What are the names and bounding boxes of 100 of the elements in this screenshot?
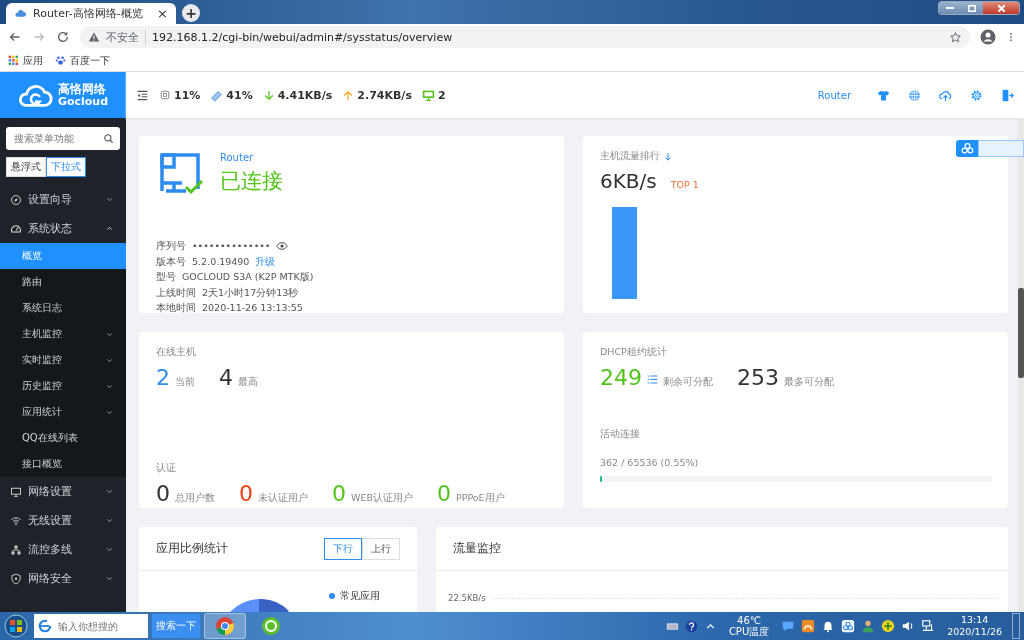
stat-number: 0: [332, 481, 346, 506]
menu-item[interactable]: 历史监控: [0, 373, 126, 399]
chat-icon[interactable]: [781, 619, 796, 633]
mode-toggle[interactable]: 下拉式: [46, 157, 86, 177]
search-icon[interactable]: [103, 133, 114, 144]
bookmark-item[interactable]: 应用: [8, 53, 43, 68]
stat-number: 0: [436, 481, 451, 506]
chevron-down-icon: [105, 545, 114, 554]
back-icon[interactable]: [8, 30, 22, 44]
maximize-button[interactable]: [961, 2, 983, 14]
browser-tab[interactable]: Router-高恪网络-概览 ×: [6, 3, 176, 24]
direction-tab[interactable]: 上行: [362, 537, 400, 560]
tab-close-button[interactable]: ×: [157, 6, 168, 21]
search-input[interactable]: 搜索菜单功能: [12, 132, 103, 145]
stat-number: 0: [239, 481, 253, 506]
card-title: 主机流量排行: [600, 150, 660, 163]
wifi-icon: [10, 514, 22, 527]
menu-item[interactable]: 系统状态: [0, 214, 126, 243]
globe-icon[interactable]: [908, 88, 921, 102]
ie-icon: [38, 619, 52, 633]
bookmark-item[interactable]: 百度一下: [55, 53, 110, 68]
list-icon[interactable]: [647, 374, 658, 385]
menu-item[interactable]: 接口概览: [0, 451, 126, 477]
chrome-icon[interactable]: [215, 616, 235, 636]
show-desktop-button[interactable]: [1012, 613, 1020, 639]
minimize-button[interactable]: [939, 2, 961, 14]
menu-item[interactable]: 无线设置: [0, 506, 126, 535]
search-field[interactable]: 搜索菜单功能: [6, 127, 120, 150]
maximize-icon: [968, 4, 976, 12]
card-title: DHCP租约统计: [600, 346, 668, 359]
address-bar[interactable]: 不安全 192.168.1.2/cgi-bin/webui/admin#/sysstatus/overview: [80, 26, 970, 48]
brand-name: 高恪网络: [57, 82, 107, 96]
legend-label: 常见应用: [340, 589, 380, 603]
stat-label: 最多可分配: [784, 376, 834, 389]
menu-item[interactable]: 应用统计: [0, 399, 126, 425]
scrollbar-thumb[interactable]: [1018, 288, 1024, 378]
chevron-down-icon: [105, 195, 114, 204]
menu-item[interactable]: 网络安全: [0, 564, 126, 593]
network-icon[interactable]: [921, 619, 936, 633]
menu-item[interactable]: QQ在线列表: [0, 425, 126, 451]
stat-label: 剩余可分配: [663, 376, 713, 389]
download-arrow-icon: [262, 88, 275, 102]
taskbar-search-field[interactable]: 输入你想搜的: [34, 614, 148, 638]
compass-icon: [10, 193, 22, 206]
info-label: 版本号: [156, 254, 186, 269]
stat-number: 253: [737, 365, 779, 390]
connection-count: 362 / 65536 (0.55%): [600, 457, 700, 468]
direction-tab[interactable]: 下行: [324, 537, 362, 560]
menu-item[interactable]: 系统日志: [0, 295, 126, 321]
cpu-usage: 11%: [174, 88, 201, 102]
close-icon: [997, 4, 1005, 12]
reload-icon[interactable]: [56, 30, 70, 44]
card-title: 应用比例统计: [156, 541, 228, 556]
menu-item[interactable]: 网络设置: [0, 477, 126, 506]
stat-number: 0: [156, 481, 170, 506]
temperature-label: CPU温度: [728, 626, 770, 638]
floating-panel-button[interactable]: [956, 140, 1024, 157]
account-icon[interactable]: [980, 29, 996, 45]
settings-icon[interactable]: [970, 88, 983, 102]
new-tab-button[interactable]: +: [182, 4, 200, 22]
stat-label: 未认证用户: [258, 492, 308, 505]
info-label: 序列号: [156, 239, 186, 253]
shield-icon: [10, 572, 22, 585]
info-value: 5.2.0.19490: [192, 254, 250, 269]
stat-label: PPPoE用户: [455, 492, 505, 505]
start-orb-icon[interactable]: [4, 614, 28, 638]
mode-toggle[interactable]: 悬浮式: [6, 157, 46, 177]
menu-fold-icon[interactable]: [136, 88, 149, 102]
security-label: 不安全: [106, 29, 146, 45]
url-text: 192.168.1.2/cgi-bin/webui/admin#/sysstatus/overview: [152, 30, 454, 44]
info-value: GOCLOUD S3A (K2P MTK版): [182, 270, 314, 284]
sort-down-icon[interactable]: [663, 151, 673, 162]
menu-item[interactable]: 流控多线: [0, 535, 126, 564]
menu-item[interactable]: 主机监控: [0, 321, 126, 347]
cloud-icon[interactable]: [841, 619, 856, 633]
plus-circle-icon[interactable]: [881, 619, 896, 633]
app-icon[interactable]: [261, 616, 281, 636]
stat-label: WEB认证用户: [351, 492, 413, 505]
eye-icon[interactable]: [276, 239, 289, 252]
person-icon[interactable]: [861, 619, 876, 633]
close-button[interactable]: [983, 2, 1019, 14]
chevron-up-icon: [105, 224, 114, 233]
apps-grid-icon: [8, 55, 19, 66]
monitor-icon: [10, 485, 22, 498]
traffic-value: 6KB/s: [600, 169, 657, 193]
menu-item[interactable]: 设置向导: [0, 185, 126, 214]
chevron-down-icon: [105, 516, 114, 525]
minimize-icon: [946, 7, 954, 9]
menu-item[interactable]: 实时监控: [0, 347, 126, 373]
shirt-icon[interactable]: [877, 88, 890, 102]
help-icon[interactable]: [684, 619, 698, 633]
device-name: Router: [220, 152, 255, 163]
cloud-upload-icon[interactable]: [939, 88, 952, 102]
logout-icon[interactable]: [1001, 88, 1014, 102]
paw-icon: [55, 55, 66, 66]
star-icon[interactable]: [949, 30, 962, 44]
device-link[interactable]: Router: [817, 89, 851, 101]
menu-item[interactable]: 路由: [0, 269, 126, 295]
upgrade-link[interactable]: 升级: [255, 253, 276, 269]
cpu-icon: [159, 89, 171, 101]
